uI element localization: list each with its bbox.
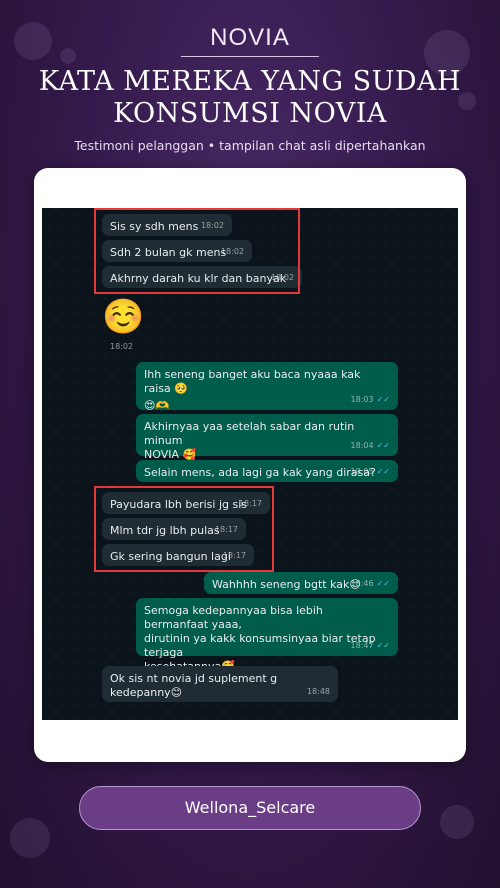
message-time: 18:03 ✓✓ bbox=[350, 395, 390, 404]
chat-message-incoming: Ok sis nt novia jd suplement g kedepanny… bbox=[102, 666, 338, 702]
testimonial-card: Sis sy sdh mens 18:02 Sdh 2 bulan gk men… bbox=[34, 168, 466, 762]
double-check-icon: ✓✓ bbox=[376, 579, 390, 588]
chat-message-outgoing: Selain mens, ada lagi ga kak yang dirasa… bbox=[136, 460, 398, 482]
double-check-icon: ✓✓ bbox=[376, 395, 390, 404]
chat-message-outgoing: Wahhhh seneng bgtt kak😊 18:46 ✓✓ bbox=[204, 572, 398, 594]
brand-divider bbox=[181, 56, 319, 57]
double-check-icon: ✓✓ bbox=[376, 441, 390, 450]
double-check-icon: ✓✓ bbox=[376, 641, 390, 650]
chat-message-outgoing: Semoga kedepannyaa bisa lebih bermanfaat… bbox=[136, 598, 398, 673]
message-time: 18:02 bbox=[110, 342, 134, 351]
chat-message-outgoing: Akhirnyaa yaa setelah sabar dan rutin mi… bbox=[136, 414, 398, 461]
bokeh-light bbox=[440, 805, 474, 839]
page-title: KATA MEREKA YANG SUDAH KONSUMSI NOVIA bbox=[0, 66, 500, 130]
smiling-face-icon: ☺️ bbox=[102, 297, 145, 337]
message-time: 18:46 ✓✓ bbox=[350, 579, 390, 588]
message-time: 18:48 bbox=[306, 687, 330, 696]
chat-screenshot: Sis sy sdh mens 18:02 Sdh 2 bulan gk men… bbox=[42, 208, 458, 720]
message-time: 18:05 ✓✓ bbox=[350, 467, 390, 476]
page-title-line2: KONSUMSI NOVIA bbox=[113, 98, 387, 129]
double-check-icon: ✓✓ bbox=[376, 467, 390, 476]
highlight-box bbox=[94, 208, 300, 294]
message-time: 18:04 ✓✓ bbox=[350, 441, 390, 450]
message-time: 18:47 ✓✓ bbox=[350, 641, 390, 650]
page-subtitle: Testimoni pelanggan • tampilan chat asli… bbox=[74, 138, 426, 153]
bokeh-light bbox=[10, 818, 50, 858]
highlight-box bbox=[94, 486, 274, 572]
account-handle-button[interactable]: Wellona_Selcare bbox=[79, 786, 421, 830]
page-title-line1: KATA MEREKA YANG SUDAH bbox=[38, 66, 462, 97]
chat-message-outgoing: Ihh seneng banget aku baca nyaaa kak rai… bbox=[136, 362, 398, 412]
brand-name: NOVIA bbox=[210, 24, 290, 51]
